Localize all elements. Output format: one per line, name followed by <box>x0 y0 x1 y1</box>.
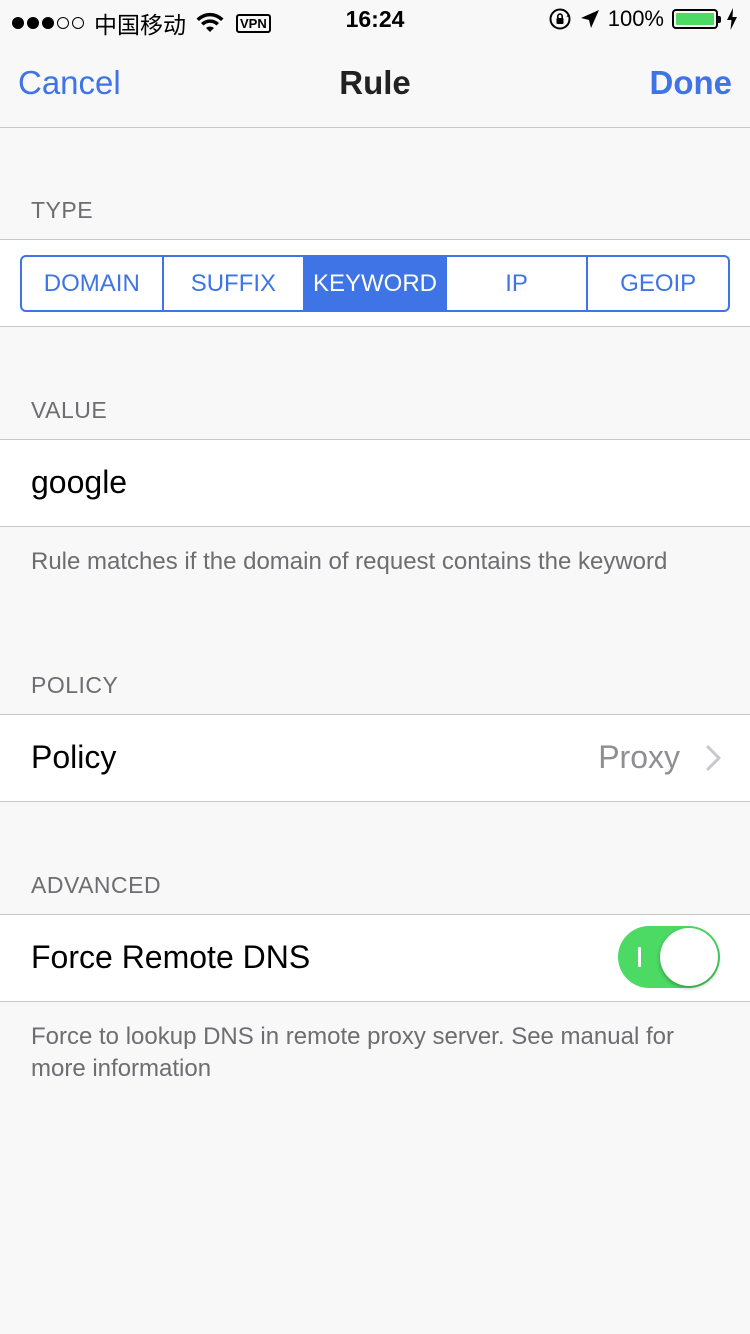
segment-ip[interactable]: IP <box>447 257 589 310</box>
battery-icon <box>672 9 721 29</box>
force-remote-dns-label: Force Remote DNS <box>31 939 311 975</box>
status-bar: 中国移动 VPN 16:24 100% <box>0 0 750 40</box>
segment-geoip[interactable]: GEOIP <box>588 257 728 310</box>
battery-percentage: 100% <box>607 6 664 31</box>
force-remote-dns-toggle[interactable] <box>618 926 720 988</box>
toggle-knob <box>660 928 718 986</box>
chevron-right-icon <box>706 745 721 771</box>
advanced-footer-text: Force to lookup DNS in remote proxy serv… <box>31 1023 674 1082</box>
toggle-on-mark-icon <box>638 947 641 967</box>
segment-suffix[interactable]: SUFFIX <box>164 257 306 310</box>
segment-keyword[interactable]: KEYWORD <box>305 257 447 310</box>
value-cell[interactable]: google <box>0 439 750 527</box>
policy-value: Proxy <box>598 739 680 775</box>
value-section-header: VALUE <box>31 397 108 423</box>
page-title: Rule <box>339 64 411 101</box>
type-cell: DOMAIN SUFFIX KEYWORD IP GEOIP <box>0 239 750 327</box>
rule-type-segmented-control[interactable]: DOMAIN SUFFIX KEYWORD IP GEOIP <box>20 255 730 312</box>
charging-bolt-icon <box>727 8 737 30</box>
policy-label: Policy <box>31 739 117 775</box>
value-footer-text: Rule matches if the domain of request co… <box>31 548 668 575</box>
type-section-header: TYPE <box>31 197 94 223</box>
policy-row[interactable]: Policy Proxy <box>0 714 750 802</box>
rotation-lock-icon <box>549 8 571 30</box>
navigation-bar: Cancel Rule Done <box>0 40 750 128</box>
force-remote-dns-row: Force Remote DNS <box>0 914 750 1002</box>
done-button[interactable]: Done <box>650 64 733 102</box>
status-right: 100% <box>548 6 738 32</box>
location-arrow-icon <box>580 10 599 28</box>
policy-section-header: POLICY <box>31 672 119 698</box>
advanced-section-header: ADVANCED <box>31 872 162 898</box>
value-input[interactable]: google <box>31 464 127 501</box>
segment-domain[interactable]: DOMAIN <box>22 257 164 310</box>
